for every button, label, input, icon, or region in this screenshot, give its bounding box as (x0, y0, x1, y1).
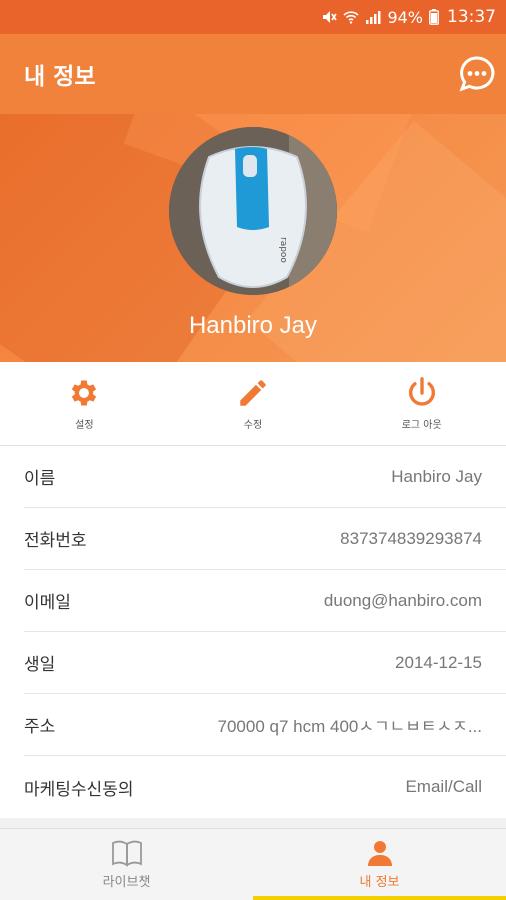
battery-percentage: 94% (387, 7, 423, 27)
book-icon (111, 840, 142, 867)
info-value: 2014-12-15 (395, 652, 482, 672)
bottom-nav: 라이브챗 내 정보 (0, 828, 506, 900)
info-list: 이름 Hanbiro Jay 전화번호 837374839293874 이메일 … (0, 446, 506, 818)
edit-button[interactable]: 수정 (169, 362, 338, 445)
info-value: duong@hanbiro.com (323, 590, 482, 610)
info-value: 837374839293874 (340, 528, 482, 548)
chat-button[interactable] (456, 53, 498, 95)
signal-icon (366, 11, 381, 24)
battery-icon (429, 9, 439, 25)
info-value: Hanbiro Jay (391, 466, 482, 486)
info-key: 생일 (24, 655, 56, 675)
info-key: 이메일 (24, 593, 71, 613)
info-row-birthday: 생일 2014-12-15 (24, 632, 506, 694)
tab-label: 라이브챗 (102, 875, 151, 890)
info-key: 전화번호 (24, 531, 87, 551)
info-value: 70000 q7 hcm 400ㅅㄱㄴㅂㅌㅅㅈ... (217, 717, 482, 736)
svg-text:rapoo: rapoo (278, 237, 288, 263)
info-row-phone: 전화번호 837374839293874 (24, 508, 506, 570)
chat-bubble-icon (459, 56, 495, 92)
logout-label: 로그 아웃 (401, 420, 442, 431)
person-icon (367, 841, 392, 866)
tab-label: 내 정보 (359, 875, 400, 890)
avatar-photo: rapoo (169, 127, 337, 295)
info-row-email: 이메일 duong@hanbiro.com (24, 570, 506, 632)
app-bar: 내 정보 (0, 34, 506, 114)
info-key: 이름 (24, 469, 56, 489)
gear-icon (72, 380, 97, 406)
power-icon (408, 377, 435, 406)
action-row: 설정 수정 로그 아웃 (0, 362, 506, 446)
profile-name: Hanbiro Jay (188, 312, 318, 339)
wifi-icon (343, 11, 359, 24)
tab-my-info[interactable]: 내 정보 (253, 829, 506, 900)
settings-label: 설정 (75, 420, 94, 431)
settings-button[interactable]: 설정 (0, 362, 169, 445)
edit-label: 수정 (243, 420, 263, 431)
page-title: 내 정보 (24, 64, 96, 90)
avatar[interactable]: rapoo (169, 127, 337, 295)
profile-header: rapoo Hanbiro Jay (0, 114, 506, 362)
info-row-marketing-consent: 마케팅수신동의 Email/Call (24, 756, 506, 818)
info-key: 주소 (24, 717, 56, 737)
status-time: 13:37 (447, 7, 496, 27)
info-row-address: 주소 70000 q7 hcm 400ㅅㄱㄴㅂㅌㅅㅈ... (24, 694, 506, 756)
info-key: 마케팅수신동의 (24, 779, 134, 800)
tab-livechat[interactable]: 라이브챗 (0, 829, 253, 900)
mute-icon (323, 11, 338, 23)
pencil-icon (240, 380, 266, 406)
status-bar: 94% 13:37 (0, 0, 506, 34)
logout-button[interactable]: 로그 아웃 (337, 362, 506, 445)
info-row-name: 이름 Hanbiro Jay (24, 446, 506, 508)
info-value: Email/Call (405, 777, 482, 796)
